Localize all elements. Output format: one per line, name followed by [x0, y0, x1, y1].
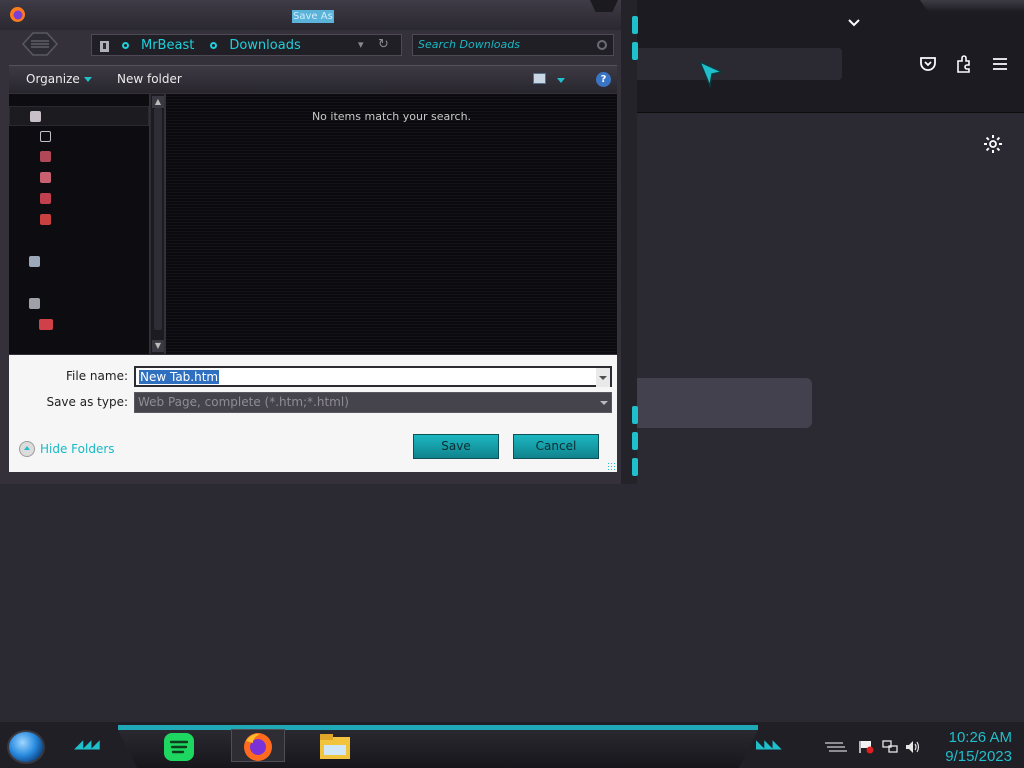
nav-item[interactable] [9, 126, 149, 146]
command-bar: Organize New folder ? [9, 65, 617, 93]
file-name-field[interactable]: New Tab.htm [134, 366, 612, 387]
chevron-down-icon [83, 77, 92, 82]
mouse-cursor-icon [698, 60, 725, 92]
nav-item[interactable] [9, 146, 149, 166]
folder-icon [40, 171, 51, 183]
taskbar-decoration: ◢◢◢ [74, 737, 100, 751]
new-folder-button[interactable]: New folder [117, 72, 182, 86]
toolbar-divider [628, 112, 1024, 113]
hide-folders-label: Hide Folders [40, 442, 115, 456]
chevron-down-icon[interactable]: ▾ [358, 38, 364, 51]
nav-item-homegroup[interactable] [9, 251, 149, 271]
taskbar-accent-band [118, 725, 758, 730]
extensions-icon[interactable] [953, 53, 975, 75]
breadcrumb-item[interactable]: Downloads [210, 37, 301, 53]
clock-date: 9/15/2023 [945, 748, 1012, 765]
hide-folders-toggle[interactable]: Hide Folders [19, 441, 115, 457]
save-type-value: Web Page, complete (*.htm;*.html) [138, 395, 349, 409]
folder-icon [40, 213, 51, 225]
frame-accent-light [632, 458, 638, 476]
help-icon[interactable]: ? [596, 72, 611, 87]
save-type-label: Save as type: [46, 395, 128, 409]
cancel-button[interactable]: Cancel [513, 434, 599, 459]
empty-message: No items match your search. [311, 110, 472, 123]
organize-button[interactable]: Organize [26, 72, 92, 86]
navigation-pane[interactable] [9, 94, 149, 354]
save-options-panel: File name: New Tab.htm Save as type: Web… [9, 355, 617, 472]
file-name-dropdown[interactable] [596, 368, 610, 387]
star-icon [30, 110, 41, 122]
chevron-right-icon [210, 41, 218, 49]
action-center-flag-icon[interactable] [858, 740, 874, 754]
organize-label: Organize [26, 72, 80, 86]
search-input[interactable] [418, 38, 596, 51]
resize-grip-icon[interactable] [607, 462, 615, 470]
nav-item[interactable] [9, 209, 149, 229]
taskbar-shelf [118, 730, 758, 768]
breadcrumb-item[interactable]: MrBeast [122, 38, 194, 53]
folder-icon [40, 130, 51, 142]
search-icon[interactable] [597, 40, 607, 50]
file-name-label: File name: [66, 369, 128, 383]
gear-icon[interactable] [981, 132, 1005, 156]
folder-icon [40, 150, 51, 162]
computer-icon [29, 297, 40, 309]
scroll-thumb[interactable] [154, 108, 162, 330]
taskbar-clock[interactable]: 10:26 AM 9/15/2023 [930, 728, 1012, 766]
show-hidden-icons-icon[interactable] [823, 740, 847, 753]
window-frame-decoration [920, 0, 1024, 12]
firefox-icon[interactable] [241, 731, 275, 763]
search-box[interactable] [412, 34, 614, 56]
breadcrumb-label: MrBeast [141, 37, 195, 53]
nav-item[interactable] [9, 167, 149, 187]
change-view-icon[interactable] [533, 73, 546, 84]
nav-item-drive[interactable] [9, 314, 149, 334]
volume-icon[interactable] [905, 740, 920, 753]
breadcrumb[interactable]: MrBeast Downloads ▾ ↻ [91, 34, 402, 56]
newtab-search-panel[interactable] [628, 378, 812, 428]
scroll-down-icon[interactable]: ▼ [152, 340, 164, 352]
homegroup-icon [29, 255, 40, 267]
start-button[interactable] [7, 730, 45, 764]
refresh-icon[interactable]: ↻ [378, 37, 389, 52]
file-list[interactable]: No items match your search. [166, 94, 617, 354]
save-type-select[interactable]: Web Page, complete (*.htm;*.html) [134, 392, 612, 413]
file-name-selection: New Tab.htm [139, 370, 220, 384]
nav-item-favorites[interactable] [9, 106, 149, 126]
file-explorer-icon[interactable] [318, 731, 352, 763]
menu-icon[interactable] [989, 53, 1011, 75]
save-button[interactable]: Save [413, 434, 499, 459]
nav-item-computer[interactable] [9, 293, 149, 313]
drive-icon [39, 318, 53, 330]
taskbar-decoration: ◣◣◣ [756, 737, 782, 751]
chevron-right-icon [122, 41, 129, 49]
chevron-down-icon [600, 401, 608, 405]
clock-time: 10:26 AM [948, 729, 1012, 746]
save-as-dialog: Save As MrBeast Downloads ▾ ↻ Organize N… [0, 0, 638, 484]
frame-accent-light [632, 42, 638, 60]
firefox-icon [9, 6, 26, 23]
chevron-down-icon[interactable] [842, 10, 866, 34]
network-icon[interactable] [882, 740, 898, 753]
chevron-up-icon [19, 441, 35, 457]
spotify-icon[interactable] [162, 731, 196, 763]
nav-scrollbar[interactable]: ▲ ▼ [150, 94, 164, 354]
nav-item[interactable] [9, 188, 149, 208]
save-type-dropdown[interactable] [597, 393, 611, 412]
folder-icon [98, 38, 112, 52]
scroll-up-icon[interactable]: ▲ [152, 96, 164, 108]
frame-accent-light [632, 406, 638, 424]
frame-accent-light [632, 16, 638, 34]
frame-accent-light [632, 432, 638, 450]
back-forward-icon[interactable] [21, 31, 59, 57]
address-bar[interactable] [628, 48, 842, 80]
chevron-down-icon [599, 376, 607, 380]
pocket-icon[interactable] [917, 53, 939, 75]
breadcrumb-label: Downloads [229, 37, 301, 53]
dialog-title: Save As [292, 10, 334, 23]
folder-icon [40, 192, 51, 204]
chevron-down-icon[interactable] [557, 78, 565, 83]
